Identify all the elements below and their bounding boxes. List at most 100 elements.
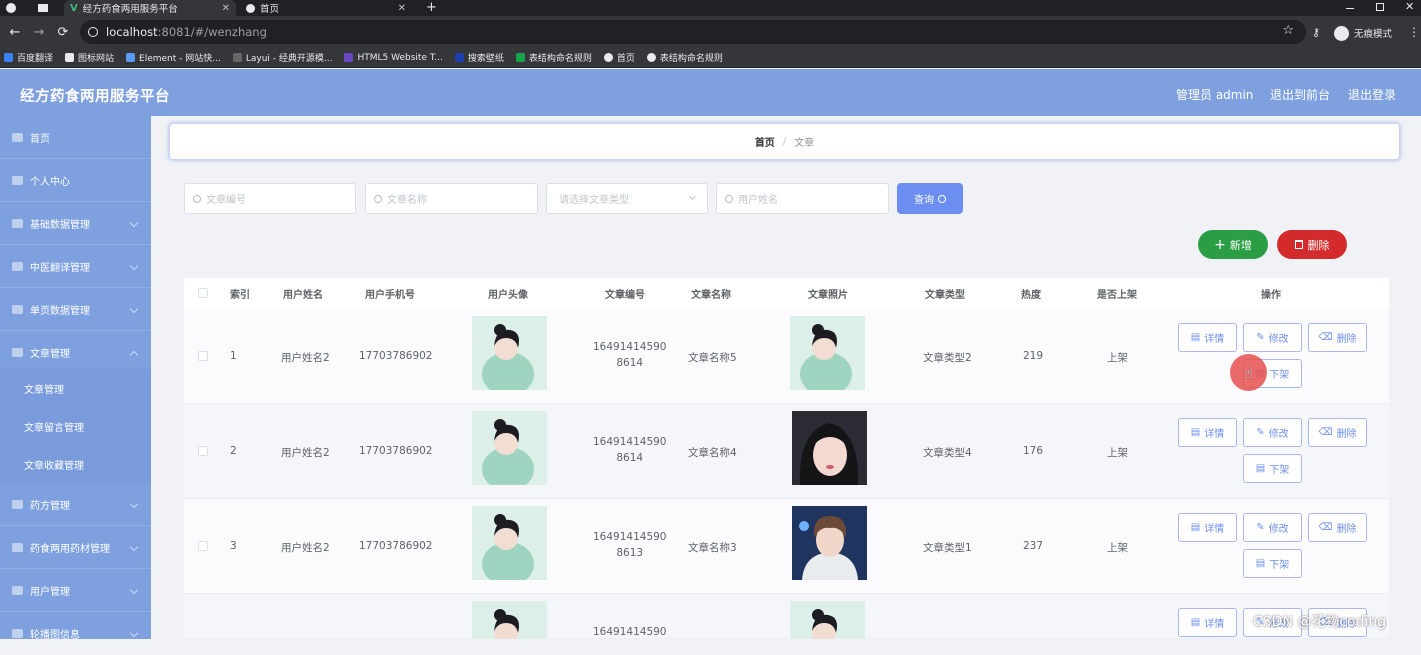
sidebar-item-profile[interactable]: 个人中心 — [0, 159, 151, 202]
row-checkbox[interactable] — [198, 446, 208, 456]
sidebar-item-base-data[interactable]: 基础数据管理 — [0, 202, 151, 245]
edit-button[interactable]: ✎ 修改 — [1243, 323, 1302, 352]
row-checkbox[interactable] — [198, 541, 208, 551]
doc-icon: ▤ — [1255, 463, 1266, 474]
sidebar-subitem-article-favorites[interactable]: 文章收藏管理 — [0, 445, 151, 483]
logout-link[interactable]: 退出登录 — [1348, 86, 1396, 103]
bookmark-item[interactable]: 百度翻译 — [4, 51, 53, 64]
detail-button[interactable]: ▤ 详情 — [1178, 608, 1237, 637]
tab-platform[interactable]: V 经方药食两用服务平台 ✕ — [64, 0, 236, 16]
cell-article-type: 文章类型2 — [923, 352, 972, 364]
site-info-icon[interactable] — [88, 27, 98, 37]
layui-icon — [232, 53, 242, 62]
delete-button[interactable]: ⌫ 删除 — [1308, 513, 1367, 542]
user-avatar-image — [472, 601, 547, 639]
translate-icon — [4, 53, 13, 62]
detail-button[interactable]: ▤ 详情 — [1178, 513, 1237, 542]
chevron-down-icon — [129, 499, 139, 509]
detail-button[interactable]: ▤ 详情 — [1178, 418, 1237, 447]
user-name-input[interactable]: 用户姓名 — [716, 183, 889, 214]
browser-menu-icon[interactable] — [6, 3, 16, 13]
minimize-icon[interactable] — [1346, 8, 1354, 9]
tab-overview-icon[interactable] — [38, 4, 48, 12]
article-photo-image — [790, 601, 865, 639]
sidebar-subitem-article-manage[interactable]: 文章管理 — [0, 369, 151, 407]
sidebar-item-carousel[interactable]: 轮播图信息 — [0, 612, 151, 655]
key-icon[interactable]: ⚷ — [1312, 26, 1320, 39]
col-on-shelf: 是否上架 — [1097, 290, 1137, 301]
trash-icon: ⌫ — [1318, 332, 1333, 343]
offline-button[interactable]: ▤下架 — [1243, 549, 1302, 578]
cell-heat: 219 — [1023, 350, 1044, 362]
home-icon — [12, 132, 23, 142]
sidebar-subitem-article-comments[interactable]: 文章留言管理 — [0, 407, 151, 445]
trash-icon: ⌫ — [1318, 522, 1333, 533]
cell-article-code: 16491414590 — [593, 626, 667, 638]
trash-icon — [1294, 240, 1303, 249]
back-icon[interactable]: ← — [6, 23, 24, 41]
cell-article-code: 16491414590 8613 — [593, 531, 667, 559]
browser-tab-strip: V 经方药食两用服务平台 ✕ 首页 ✕ + ✕ — [0, 0, 1421, 16]
bookmark-item[interactable]: 首页 — [603, 51, 635, 64]
row-checkbox[interactable] — [198, 351, 208, 361]
bookmark-item[interactable]: 表结构命名规则 — [646, 51, 723, 64]
edit-button[interactable]: ✎ 修改 — [1243, 418, 1302, 447]
bookmark-item[interactable]: 搜索壁纸 — [454, 51, 504, 64]
search-icon — [374, 194, 382, 203]
flag-icon — [65, 53, 75, 62]
delete-button[interactable]: ⌫ 删除 — [1308, 418, 1367, 447]
query-button[interactable]: 查询 — [897, 183, 963, 214]
delete-button[interactable]: ⌫ 删除 — [1308, 323, 1367, 352]
chevron-down-icon — [129, 628, 139, 638]
sidebar-item-single-page[interactable]: 单页数据管理 — [0, 288, 151, 331]
restore-icon[interactable] — [1376, 3, 1384, 11]
article-type-select[interactable]: 请选择文章类型 — [546, 183, 708, 214]
star-icon[interactable]: ☆ — [1282, 23, 1294, 38]
sidebar-item-tcm-translation[interactable]: 中医翻译管理 — [0, 245, 151, 288]
col-article-name: 文章名称 — [691, 290, 731, 301]
cell-article-code: 16491414590 8614 — [593, 341, 667, 369]
new-tab-icon[interactable]: + — [426, 0, 437, 15]
sidebar-item-articles[interactable]: 文章管理 — [0, 331, 151, 374]
url-input[interactable]: localhost:8081/#/wenzhang ☆ — [80, 20, 1306, 44]
add-button[interactable]: + 新增 — [1198, 230, 1268, 259]
sidebar-item-herbs[interactable]: 药食两用药材管理 — [0, 526, 151, 569]
edit-button[interactable]: ✎ 修改 — [1243, 513, 1302, 542]
cell-article-name: 文章名称4 — [688, 447, 737, 459]
tab-home[interactable]: 首页 ✕ — [240, 0, 412, 16]
cell-article-name: 文章名称5 — [688, 352, 737, 364]
sidebar-item-users[interactable]: 用户管理 — [0, 569, 151, 612]
col-heat: 热度 — [1021, 290, 1041, 301]
close-tab-icon[interactable]: ✕ — [398, 3, 406, 14]
bookmark-item[interactable]: Element - 网站快... — [126, 51, 221, 64]
browser-more-icon[interactable]: ⋮ — [1408, 25, 1420, 39]
bookmark-item[interactable]: 表结构命名规则 — [515, 51, 592, 64]
breadcrumb-home[interactable]: 首页 — [755, 134, 775, 149]
pencil-icon: ✎ — [1256, 427, 1265, 438]
cell-article-type: 文章类型1 — [923, 542, 972, 554]
incognito-badge[interactable]: 无痕模式 — [1334, 24, 1392, 42]
article-code-input[interactable]: 文章编号 — [184, 183, 356, 214]
forward-icon[interactable]: → — [30, 23, 48, 41]
doc-icon: ▤ — [1190, 427, 1201, 438]
bookmark-item[interactable]: HTML5 Website T... — [344, 53, 443, 63]
breadcrumb: 首页 / 文章 — [169, 123, 1400, 160]
bookmark-item[interactable]: 图标网站 — [65, 51, 114, 64]
bookmark-item[interactable]: Layui - 经典开源模... — [232, 51, 332, 64]
offline-button[interactable]: ▤下架 — [1243, 454, 1302, 483]
sidebar-item-prescriptions[interactable]: 药方管理 — [0, 483, 151, 526]
reload-icon[interactable]: ⟳ — [54, 23, 72, 41]
cell-on-shelf: 上架 — [1107, 447, 1128, 459]
col-user-avatar: 用户头像 — [488, 290, 528, 301]
sidebar-item-home[interactable]: 首页 — [0, 116, 151, 159]
exit-to-front-link[interactable]: 退出到前台 — [1270, 86, 1330, 103]
globe-icon — [246, 3, 255, 13]
incognito-icon — [1334, 25, 1349, 41]
detail-button[interactable]: ▤ 详情 — [1178, 323, 1237, 352]
col-user-name: 用户姓名 — [283, 290, 323, 301]
select-all-checkbox[interactable] — [198, 288, 208, 298]
article-name-input[interactable]: 文章名称 — [365, 183, 538, 214]
close-tab-icon[interactable]: ✕ — [222, 3, 230, 14]
close-window-icon[interactable]: ✕ — [1405, 0, 1414, 13]
batch-delete-button[interactable]: 删除 — [1277, 230, 1347, 259]
